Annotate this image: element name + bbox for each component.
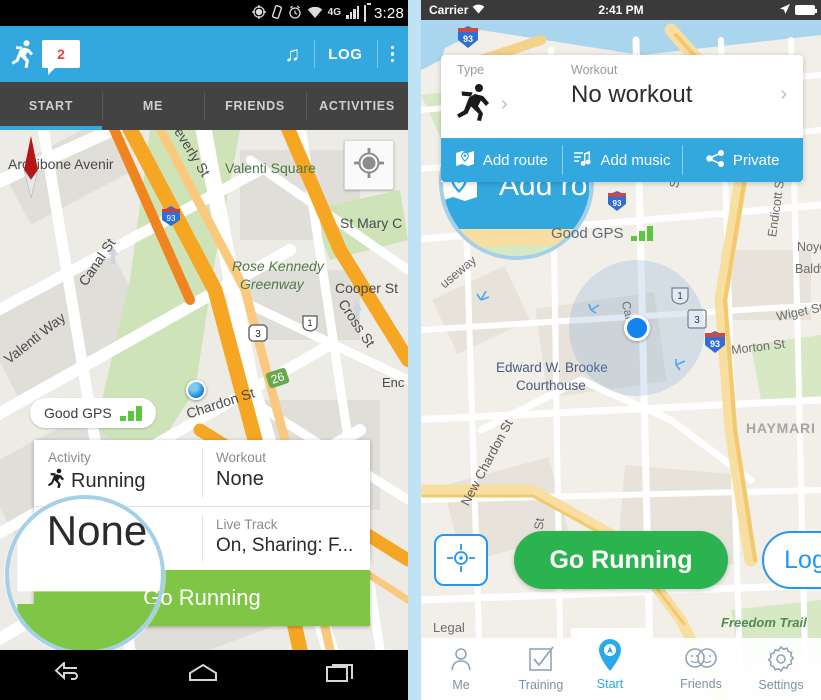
user-location-dot: [624, 315, 650, 341]
ios-status-bar: Carrier 2:41 PM: [421, 0, 821, 20]
android-status-bar: 4G 3:28: [0, 0, 408, 26]
map-route-icon: [455, 149, 475, 171]
gps-signal-bars-icon: [119, 405, 142, 421]
alarm-icon: [288, 5, 302, 21]
battery-icon: [364, 4, 366, 22]
ios-tab-training-label: Training: [518, 678, 564, 692]
person-icon: [448, 646, 474, 675]
checkbox-icon: [528, 646, 554, 675]
workout-label: Workout: [216, 450, 267, 465]
type-label: Type: [457, 63, 485, 77]
ios-tab-me-label: Me: [452, 678, 470, 692]
screenshot-root: 4G 3:28 2 ♫ LOG START ME FRIENDS ACTIVIT…: [0, 0, 821, 700]
add-route-label: Add route: [482, 151, 548, 169]
activity-label: Activity: [48, 450, 91, 465]
magnifier-lens-android: Activity Route None: [5, 495, 165, 655]
vibrate-icon: [271, 5, 283, 21]
ios-tab-training[interactable]: Training: [501, 638, 581, 700]
ios-go-running-button[interactable]: Go Running: [514, 531, 728, 589]
privacy-label: Private: [732, 151, 780, 169]
add-route-button[interactable]: Add route: [441, 138, 562, 182]
ios-tab-friends-label: Friends: [680, 677, 722, 691]
back-icon[interactable]: [53, 660, 81, 689]
network-type-label: 4G: [327, 7, 341, 18]
overflow-menu-button[interactable]: [376, 26, 409, 82]
chevron-right-icon: ›: [501, 93, 508, 115]
status-bar-clock: 3:28: [374, 4, 404, 22]
runner-icon: [10, 39, 36, 69]
workout-label: Workout: [571, 63, 618, 77]
music-button[interactable]: ♫: [270, 26, 314, 82]
runner-icon: [48, 468, 65, 494]
gps-status-label: Good GPS: [44, 405, 112, 421]
gps-icon: [251, 5, 266, 21]
home-icon[interactable]: [188, 662, 218, 689]
music-note-icon: [573, 150, 592, 171]
activity-cell[interactable]: Activity Running: [34, 440, 202, 506]
message-badge-count: 2: [57, 46, 65, 62]
ios-tab-friends[interactable]: Friends: [661, 638, 741, 700]
tab-me[interactable]: ME: [102, 82, 204, 130]
live-track-value: On, Sharing: F...: [216, 535, 354, 556]
add-music-label: Add music: [600, 151, 671, 169]
ios-clock: 2:41 PM: [598, 3, 644, 17]
share-icon: [706, 149, 725, 171]
android-phone-panel: 4G 3:28 2 ♫ LOG START ME FRIENDS ACTIVIT…: [0, 0, 408, 700]
recents-icon[interactable]: [325, 662, 355, 689]
message-badge[interactable]: 2: [42, 40, 80, 75]
chevron-right-icon: ›: [780, 83, 787, 105]
overflow-menu-icon: [390, 45, 394, 63]
user-location-dot: [186, 380, 206, 400]
ios-start-card: Type › Workout No workout › Add route Ad…: [441, 55, 803, 182]
smileys-icon: [685, 647, 717, 674]
gps-status-pill: Good GPS: [30, 398, 156, 428]
add-music-button[interactable]: Add music: [561, 138, 683, 182]
compass-needle-icon: [18, 136, 44, 199]
gps-signal-bars-icon: [630, 225, 653, 241]
ios-tab-settings-label: Settings: [758, 678, 804, 692]
gps-status-label: Good GPS: [551, 224, 624, 242]
ios-log-label: Log: [784, 545, 821, 574]
workout-cell[interactable]: Workout None: [202, 440, 370, 506]
ios-tab-me[interactable]: Me: [421, 638, 501, 700]
android-app-bar: 2 ♫ LOG: [0, 26, 408, 82]
ios-gps-status: Good GPS: [551, 220, 653, 246]
ios-tab-start-label: Start: [596, 676, 624, 691]
wifi-icon: [307, 6, 323, 21]
gear-icon: [767, 645, 795, 675]
privacy-button[interactable]: Private: [682, 138, 803, 182]
ios-phone-panel: BULFINCH TRIANGLE Edward W. Brooke Court…: [421, 0, 821, 700]
android-navigation-bar: [0, 650, 408, 700]
tab-activities[interactable]: ACTIVITIES: [306, 82, 408, 130]
tab-start[interactable]: START: [0, 82, 102, 130]
ios-log-button[interactable]: Log: [762, 531, 821, 589]
live-track-cell[interactable]: Live Track On, Sharing: F...: [202, 507, 370, 570]
signal-icon: [346, 6, 359, 19]
runner-icon: [457, 83, 491, 126]
panel-divider: [408, 0, 421, 700]
workout-value: No workout: [571, 81, 693, 108]
ios-go-running-label: Go Running: [549, 545, 693, 574]
ios-card-action-bar: Add route Add music Private: [441, 138, 803, 182]
locate-crosshair-icon: [446, 543, 476, 578]
ios-tab-start[interactable]: Start: [571, 628, 649, 700]
activity-value: Running: [71, 469, 146, 492]
battery-icon: [795, 5, 817, 15]
locate-button[interactable]: [344, 140, 394, 190]
ios-locate-button[interactable]: [434, 534, 488, 586]
android-tab-bar: START ME FRIENDS ACTIVITIES: [0, 82, 408, 130]
workout-cell[interactable]: Workout No workout: [557, 63, 780, 109]
locate-crosshair-icon: [354, 147, 384, 183]
music-note-icon: ♫: [284, 42, 301, 66]
location-arrow-icon: [779, 3, 791, 18]
log-button[interactable]: LOG: [314, 26, 376, 82]
live-track-label: Live Track: [216, 517, 278, 532]
map-pin-icon: [596, 638, 624, 675]
tab-friends[interactable]: FRIENDS: [204, 82, 306, 130]
type-cell[interactable]: Type ›: [457, 63, 557, 126]
workout-value: None: [216, 468, 264, 490]
ios-tab-settings[interactable]: Settings: [741, 638, 821, 700]
